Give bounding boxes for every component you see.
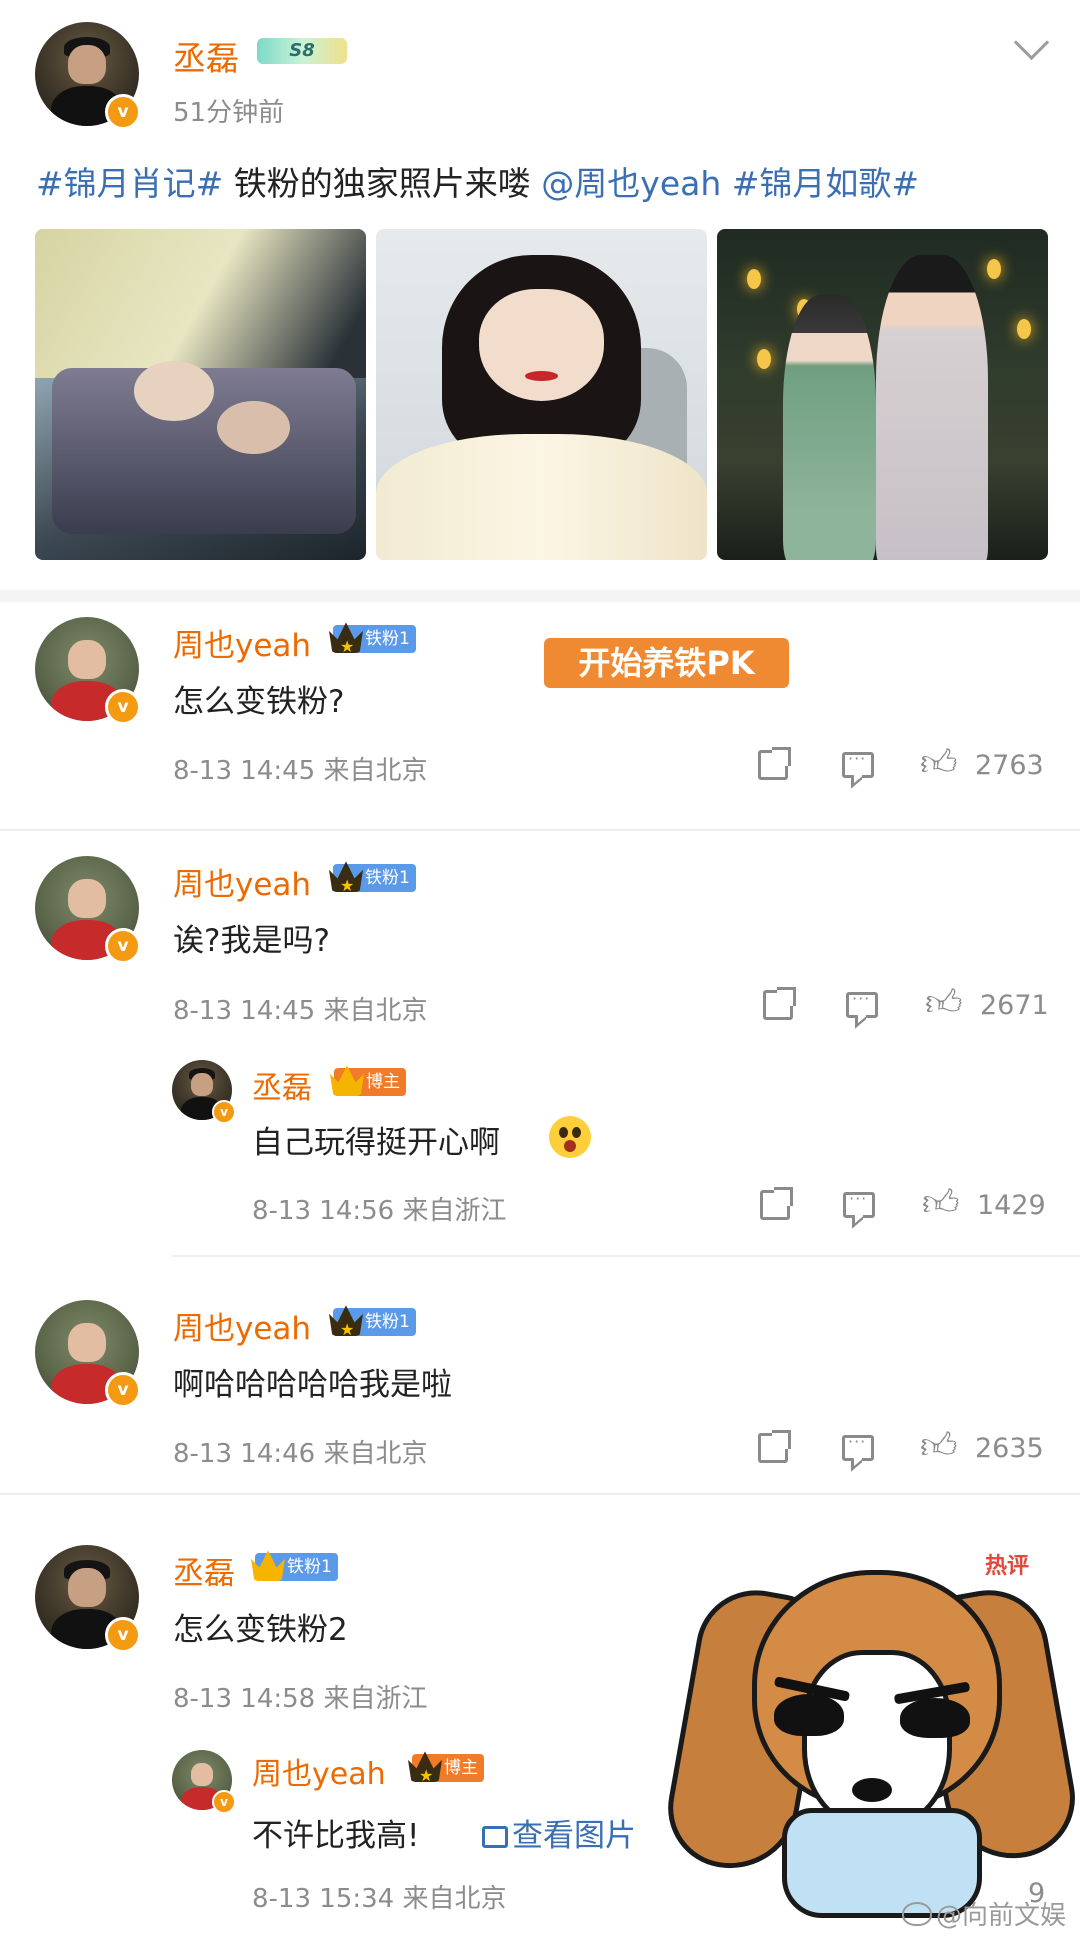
commenter-name[interactable]: 周也yeah — [173, 1303, 311, 1348]
like-count: 1429 — [977, 1190, 1046, 1221]
commenter-name[interactable]: 周也yeah — [173, 620, 311, 665]
share-icon[interactable] — [758, 747, 791, 780]
reply-author-name[interactable]: 周也yeah — [252, 1749, 386, 1793]
comment-meta: 8-13 14:45 来自北京 — [173, 996, 428, 1026]
post-photo-3[interactable] — [717, 229, 1048, 560]
verified-icon: v — [105, 1372, 141, 1408]
shocked-emoji-icon — [549, 1116, 591, 1158]
reply-text: 不许比我高! — [252, 1818, 420, 1854]
comment-text: 诶?我是吗? — [173, 923, 330, 959]
post-photo-1[interactable] — [35, 229, 366, 560]
commenter-name[interactable]: 周也yeah — [173, 859, 311, 904]
chevron-down-icon[interactable] — [1013, 24, 1050, 61]
comment-text: 怎么变铁粉2 — [173, 1612, 348, 1648]
post-photo-2[interactable] — [376, 229, 707, 560]
watermark: @向前文娱 — [901, 1895, 1066, 1932]
like-count: 2671 — [980, 990, 1049, 1021]
pk-overlay-badge: 开始养铁PK — [544, 638, 789, 688]
comment-meta: 8-13 14:45 来自北京 — [173, 756, 428, 786]
like-count: 2635 — [975, 1433, 1044, 1464]
comment-meta: 8-13 14:46 来自北京 — [173, 1439, 428, 1469]
post-body: 铁粉的独家照片来喽 — [223, 164, 542, 203]
image-icon — [482, 1826, 508, 1848]
share-icon[interactable] — [758, 1430, 791, 1463]
comment-divider — [0, 829, 1080, 831]
fan-badge: ★ 铁粉1 — [329, 622, 416, 656]
weibo-logo-icon — [901, 1902, 932, 1926]
post-text: #锦月肖记# 铁粉的独家照片来喽 @周也yeah #锦月如歌# — [36, 157, 919, 205]
comment-text: 啊哈哈哈哈哈我是啦 — [173, 1367, 452, 1403]
thumbs-up-icon[interactable]: 👍︎ — [920, 1429, 958, 1465]
share-icon[interactable] — [763, 987, 796, 1020]
blogger-badge: ★ 博主 — [408, 1751, 484, 1785]
thumbs-up-icon[interactable]: 👍︎ — [920, 746, 958, 782]
reply-author-name[interactable]: 丞磊 — [252, 1063, 312, 1107]
verified-icon: v — [212, 1790, 236, 1814]
comment-divider — [0, 1493, 1080, 1495]
author-name[interactable]: 丞磊 — [173, 32, 239, 80]
comment-icon[interactable] — [842, 1432, 874, 1461]
comment-meta: 8-13 14:58 来自浙江 — [173, 1684, 428, 1714]
dog-sticker — [658, 1560, 1080, 1920]
reply-meta: 8-13 15:34 来自北京 — [252, 1884, 507, 1914]
verified-icon: v — [105, 689, 141, 725]
reply-text: 自己玩得挺开心啊 — [252, 1125, 500, 1161]
thumbs-up-icon[interactable]: 👍︎ — [922, 1186, 960, 1222]
fan-badge: ★ 铁粉1 — [329, 1305, 416, 1339]
comment-text: 怎么变铁粉? — [173, 684, 345, 720]
commenter-name[interactable]: 丞磊 — [173, 1548, 235, 1593]
view-picture-link[interactable]: 查看图片 — [482, 1810, 636, 1855]
thumbs-up-icon[interactable]: 👍︎ — [925, 986, 963, 1022]
verified-icon: v — [105, 1617, 141, 1653]
topic-tag-link-2[interactable]: #锦月如歌# — [721, 164, 919, 203]
comment-icon[interactable] — [846, 989, 878, 1018]
verified-icon: v — [212, 1100, 236, 1124]
comment-icon[interactable] — [842, 749, 874, 778]
mention-link[interactable]: @周也yeah — [541, 164, 721, 203]
reply-divider — [172, 1255, 1080, 1257]
section-divider — [0, 590, 1080, 602]
blogger-badge: 博主 — [330, 1065, 406, 1096]
verified-icon: v — [105, 928, 141, 964]
share-icon[interactable] — [760, 1187, 793, 1220]
post-time: 51分钟前 — [173, 98, 285, 128]
reply-meta: 8-13 14:56 来自浙江 — [252, 1196, 507, 1226]
topic-tag-link[interactable]: #锦月肖记# — [36, 164, 223, 203]
fan-badge: ★ 铁粉1 — [329, 861, 416, 895]
level-badge: S8 — [257, 38, 347, 64]
fan-badge: 铁粉1 — [251, 1550, 338, 1581]
comment-icon[interactable] — [843, 1189, 875, 1218]
like-count: 2763 — [975, 750, 1044, 781]
verified-icon: v — [105, 94, 141, 130]
